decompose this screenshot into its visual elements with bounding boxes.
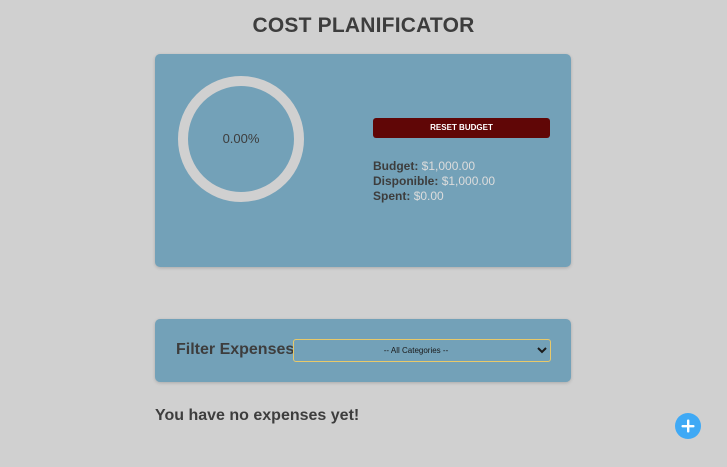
budget-label: Budget: xyxy=(373,159,419,173)
spent-row: Spent: $0.00 xyxy=(373,189,495,204)
add-expense-button[interactable] xyxy=(675,413,701,439)
budget-value: $1,000.00 xyxy=(421,159,476,173)
budget-summary: Budget: $1,000.00 Disponible: $1,000.00 … xyxy=(373,159,495,204)
progress-percentage: 0.00% xyxy=(222,131,260,146)
disponible-row: Disponible: $1,000.00 xyxy=(373,174,495,189)
empty-expenses-message: You have no expenses yet! xyxy=(155,407,360,424)
spent-label: Spent: xyxy=(373,189,411,203)
category-filter-select[interactable]: -- All Categories -- xyxy=(293,339,551,362)
plus-icon xyxy=(681,419,695,433)
disponible-label: Disponible: xyxy=(373,174,439,188)
spent-value: $0.00 xyxy=(413,189,444,203)
filter-label: Filter Expenses xyxy=(176,341,295,358)
disponible-value: $1,000.00 xyxy=(441,174,496,188)
reset-budget-button[interactable]: RESET BUDGET xyxy=(373,118,550,138)
budget-row: Budget: $1,000.00 xyxy=(373,159,495,174)
page-title: COST PLANIFICATOR xyxy=(252,14,475,37)
